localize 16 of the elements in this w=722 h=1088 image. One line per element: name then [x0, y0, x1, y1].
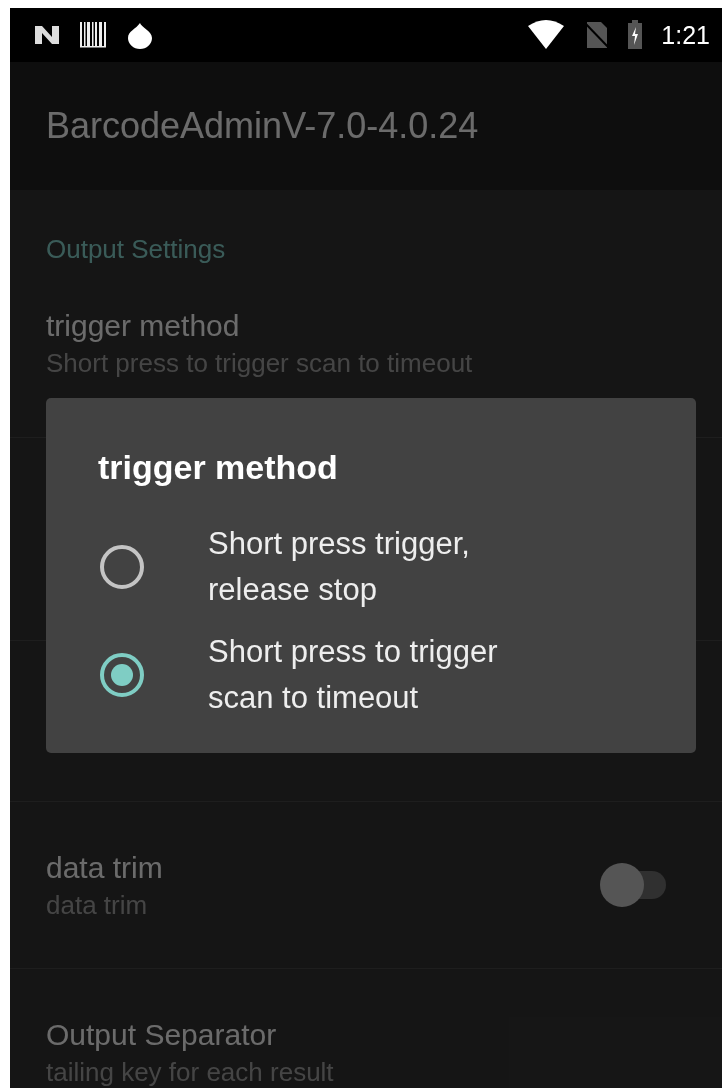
setting-title: Output Separator	[46, 1017, 278, 1053]
drop-icon	[126, 21, 154, 49]
radio-button[interactable]	[98, 543, 146, 591]
barcode-icon	[78, 21, 108, 49]
option-label[interactable]: Short press trigger, release stop	[208, 521, 558, 613]
setting-title: trigger method	[46, 308, 241, 344]
app-title: BarcodeAdminV-7.0-4.0.24	[46, 105, 479, 147]
radio-button[interactable]	[98, 651, 146, 699]
category-header: Output Settings	[45, 233, 227, 266]
status-time: 1:21	[661, 20, 710, 50]
n-logo-icon	[34, 24, 60, 46]
dialog-title: trigger method	[98, 448, 339, 487]
wifi-icon	[527, 20, 566, 50]
battery-icon	[627, 20, 644, 50]
setting-title: data trim	[46, 850, 164, 886]
option-label[interactable]: Short press to trigger scan to timeout	[208, 629, 558, 721]
